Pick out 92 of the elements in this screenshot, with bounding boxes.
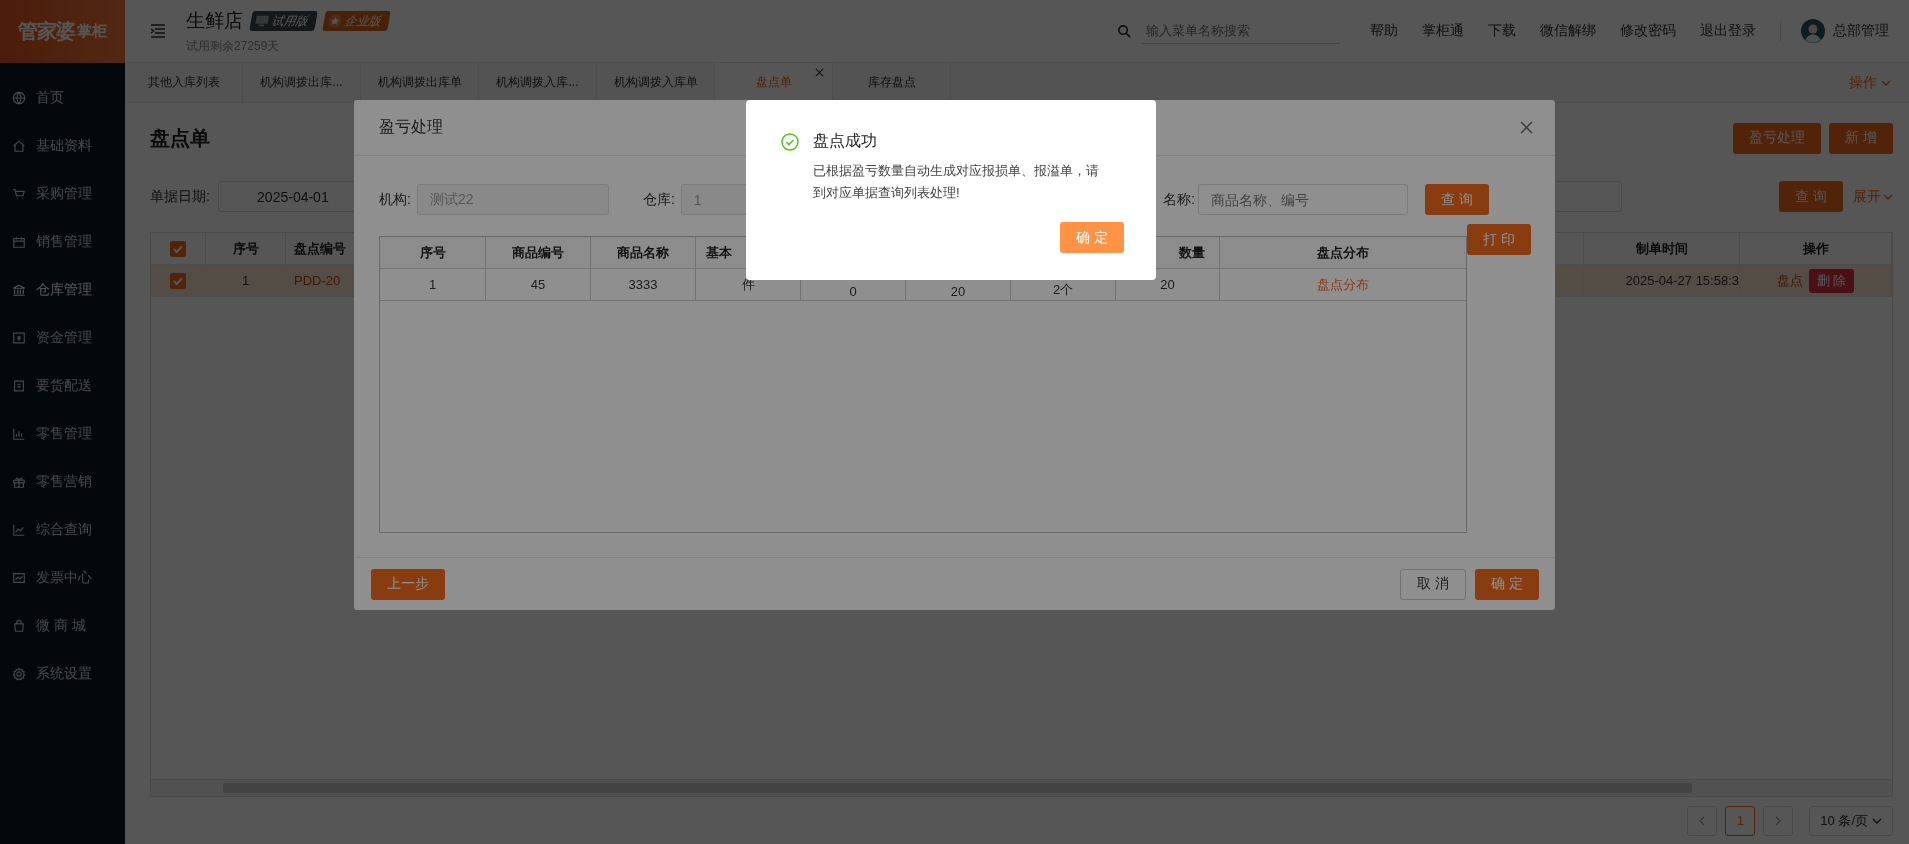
table-cell: 2025-04-27 15:58:3	[1625, 273, 1739, 288]
column-header: 基本	[706, 243, 732, 262]
distribution-link[interactable]: 盘点分布	[1317, 275, 1369, 294]
page-button[interactable]: 1	[1725, 805, 1756, 836]
previous-page-button[interactable]	[1687, 805, 1718, 836]
caret-icon	[1872, 817, 1882, 824]
checkbox[interactable]	[170, 272, 186, 289]
input-field[interactable]: 商品名称、编号	[1198, 184, 1409, 215]
table-cell: 1	[428, 277, 437, 292]
table-cell: 2个	[1052, 281, 1074, 299]
home-icon	[12, 139, 26, 153]
operations-menu[interactable]: 操作	[1849, 63, 1891, 102]
dialog-title: 盈亏处理	[379, 117, 443, 137]
column-header: 数量	[1179, 243, 1205, 262]
cash-icon	[12, 331, 26, 345]
sidebar-item[interactable]: 系统设置	[0, 650, 125, 698]
order-link[interactable]: PDD-20	[294, 273, 341, 288]
field-label: 名称:	[1163, 190, 1196, 209]
column-header: 盘点分布	[1317, 243, 1369, 262]
table-cell: 3333	[628, 277, 658, 292]
shopping-bag-icon	[12, 619, 26, 633]
column-header: 序号	[419, 243, 446, 262]
field-label: 仓库:	[642, 190, 675, 209]
message-title: 盘点成功	[813, 131, 877, 151]
logo-product: 掌柜	[77, 22, 107, 41]
table-cell: 20	[1160, 277, 1175, 292]
page-title: 盘点单	[150, 125, 210, 151]
avatar-icon[interactable]	[1801, 19, 1825, 43]
chart-card-icon	[12, 571, 26, 585]
count-link[interactable]: 盘点	[1776, 271, 1803, 290]
chevron-left-icon	[1699, 815, 1706, 826]
caret-icon	[1883, 193, 1893, 200]
store-name: 生鲜店	[186, 8, 243, 33]
logo-brand: 管家婆	[18, 19, 75, 44]
confirm-button[interactable]: 确 定	[1060, 222, 1124, 253]
sidebar-item[interactable]: 发票中心	[0, 554, 125, 602]
back-button[interactable]: 上一步	[371, 568, 445, 600]
sidebar-item[interactable]: 微 商 城	[0, 602, 125, 650]
success-icon	[781, 132, 799, 151]
confirm-button[interactable]: 确 定	[1475, 568, 1539, 600]
header-link[interactable]: 退出登录	[1700, 22, 1756, 40]
cart-icon	[12, 187, 26, 201]
search-button[interactable]: 查 询	[1425, 184, 1489, 215]
header-link[interactable]: 帮助	[1370, 22, 1398, 40]
header-link[interactable]: 掌柜通	[1422, 22, 1464, 40]
expand-link[interactable]: 展开	[1853, 187, 1893, 206]
tab[interactable]: 其他入库列表	[125, 63, 243, 102]
page-size-select[interactable]: 10 条/页	[1809, 805, 1893, 836]
table-cell: 20	[950, 284, 966, 299]
user-name[interactable]: 总部管理	[1833, 22, 1889, 40]
cancel-button[interactable]: 取 消	[1400, 568, 1467, 600]
table-cell: 1	[241, 273, 250, 288]
delete-button[interactable]: 删 除	[1808, 268, 1855, 293]
close-icon[interactable]	[815, 68, 824, 77]
calendar-icon	[12, 235, 26, 249]
column-header: 商品编号	[512, 243, 564, 262]
field-label: 单据日期:	[150, 187, 210, 206]
bar-chart-icon	[12, 427, 26, 441]
column-header: 商品名称	[617, 243, 669, 262]
edition-badge: 企业版	[322, 10, 391, 31]
table-cell: 件	[741, 275, 755, 294]
column-header: 序号	[206, 233, 286, 264]
next-page-button[interactable]	[1763, 805, 1794, 836]
action-button[interactable]: 盈亏处理	[1733, 122, 1822, 154]
sidebar-item[interactable]: 首页	[0, 74, 125, 122]
menu-icon[interactable]	[150, 24, 166, 38]
globe-icon	[12, 91, 26, 105]
bank-icon	[12, 283, 26, 297]
header-link[interactable]: 修改密码	[1620, 22, 1676, 40]
field-label: 机构:	[379, 190, 411, 209]
close-icon[interactable]	[1520, 121, 1533, 134]
sidebar-item[interactable]: 基础资料	[0, 122, 125, 170]
search-button[interactable]: 查 询	[1779, 181, 1843, 212]
header-link[interactable]: 微信解绑	[1540, 22, 1596, 40]
table-cell: 0	[849, 284, 857, 299]
column-header: 盘点编号	[294, 239, 346, 258]
gear-icon	[12, 667, 26, 681]
document-icon	[12, 379, 26, 393]
column-header: 制单时间	[1584, 233, 1740, 264]
caret-icon	[1881, 79, 1891, 86]
chevron-right-icon	[1775, 815, 1782, 826]
action-button[interactable]: 新 增	[1829, 122, 1893, 154]
column-header: 操作	[1740, 233, 1892, 264]
search-icon	[1117, 23, 1132, 39]
line-chart-icon	[12, 523, 26, 537]
gift-icon	[12, 475, 26, 489]
sidebar-item[interactable]: 仓库管理	[0, 266, 125, 314]
header-link[interactable]: 下载	[1488, 22, 1516, 40]
checkbox[interactable]	[170, 240, 186, 257]
message-text: 已根据盈亏数量自动生成对应报损单、报溢单，请到对应单据查询列表处理!	[813, 162, 1100, 202]
table-cell: 45	[530, 277, 546, 292]
print-button[interactable]: 打 印	[1467, 224, 1531, 255]
